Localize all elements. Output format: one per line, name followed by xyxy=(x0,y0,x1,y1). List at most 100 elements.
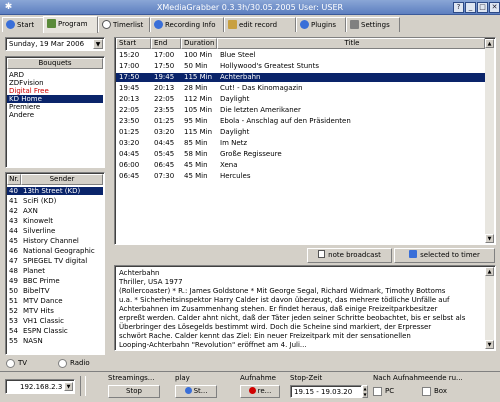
program-table[interactable]: Start End Duration Title 15:20 17:00 100 M… xyxy=(114,37,496,245)
end-column-header[interactable]: End xyxy=(151,38,181,49)
date-value: Sunday, 19 Mar 2006 xyxy=(9,40,85,48)
program-row-selected[interactable]: 17:50 19:45 115 Min Achterbahn xyxy=(116,73,486,82)
duration-column-header[interactable]: Duration xyxy=(181,38,217,49)
program-row[interactable]: 06:00 06:45 45 Min Xena xyxy=(116,161,486,170)
channel-item[interactable]: 51 MTV Dance xyxy=(7,297,103,305)
bouquet-item[interactable]: Andere xyxy=(7,111,103,119)
program-row[interactable]: 03:20 04:45 85 Min Im Netz xyxy=(116,139,486,148)
program-row[interactable]: 01:25 03:20 115 Min Daylight xyxy=(116,128,486,137)
program-row[interactable]: 19:45 20:13 28 Min Cut! - Das Kinomagazin xyxy=(116,84,486,93)
streaming-label: Streamings... xyxy=(108,374,155,382)
scroll-down-icon[interactable]: ▼ xyxy=(485,340,494,349)
stopzeit-spinner[interactable]: ▲ ▼ xyxy=(362,385,368,398)
note-broadcast-button[interactable]: note broadcast xyxy=(307,248,392,263)
program-start: 04:45 xyxy=(119,150,140,158)
play-icon xyxy=(184,387,192,394)
channel-item[interactable]: 47 SPIEGEL TV digital xyxy=(7,257,103,265)
radio-radio-button[interactable] xyxy=(58,359,67,368)
channel-item[interactable]: 46 National Geographic xyxy=(7,247,103,255)
channel-sender-header[interactable]: Sender xyxy=(21,174,103,185)
channel-item[interactable]: 43 Kinowelt xyxy=(7,217,103,225)
scroll-up-icon[interactable]: ▲ xyxy=(485,267,494,276)
channel-item[interactable]: 52 MTV Hits xyxy=(7,307,103,315)
chevron-down-icon[interactable]: ▼ xyxy=(64,382,73,391)
description-line: (Rollercoaster) * R.: James Goldstone * … xyxy=(119,287,446,295)
play-button[interactable]: St... xyxy=(175,385,217,398)
bouquet-item[interactable]: Premiere xyxy=(7,103,103,111)
tab-recording-info[interactable]: Recording Info xyxy=(150,17,224,32)
channel-nr: 42 xyxy=(9,207,18,215)
maximize-button[interactable]: □ xyxy=(477,2,488,13)
stop-streaming-button[interactable]: Stop xyxy=(108,385,160,398)
channel-item-selected[interactable]: 40 13th Street (KD) xyxy=(7,187,103,195)
channel-item[interactable]: 55 NASN xyxy=(7,337,103,345)
title-bar[interactable]: ✱ XMediaGrabber 0.3.3h/30.05.2005 User: … xyxy=(0,0,500,15)
channel-name: BBC Prime xyxy=(23,277,60,285)
bouquet-item[interactable]: ARD xyxy=(7,71,103,79)
tab-program-label: Program xyxy=(58,20,88,28)
scroll-up-icon[interactable]: ▲ xyxy=(485,39,494,48)
divider xyxy=(80,376,86,396)
tab-program[interactable]: Program xyxy=(43,16,98,33)
tab-timerlist[interactable]: Timerlist xyxy=(98,17,150,32)
program-scrollbar[interactable]: ▲ ▼ xyxy=(485,39,494,243)
bouquet-item[interactable]: Digital Free xyxy=(7,87,103,95)
date-picker[interactable]: Sunday, 19 Mar 2006 ▼ xyxy=(5,37,105,51)
channel-item[interactable]: 48 Planet xyxy=(7,267,103,275)
tv-radio-button[interactable] xyxy=(6,359,15,368)
selected-to-timer-button[interactable]: selected to timer xyxy=(394,248,495,263)
bouquet-item[interactable]: ZDFvision xyxy=(7,79,103,87)
divider xyxy=(0,371,500,372)
program-end: 07:30 xyxy=(154,172,175,180)
start-column-header[interactable]: Start xyxy=(116,38,151,49)
channel-item[interactable]: 49 BBC Prime xyxy=(7,277,103,285)
channel-item[interactable]: 45 History Channel xyxy=(7,237,103,245)
program-end: 22:05 xyxy=(154,95,175,103)
record-button[interactable]: re... xyxy=(240,385,280,398)
channel-list[interactable]: Nr. Sender 40 13th Street (KD) 41 SciFi (KD… xyxy=(5,172,105,355)
bouquet-item-selected[interactable]: KD Home xyxy=(7,95,103,103)
close-button[interactable]: ✕ xyxy=(489,2,500,13)
title-column-header[interactable]: Title xyxy=(217,38,485,49)
minimize-button[interactable]: _ xyxy=(465,2,476,13)
channel-item[interactable]: 42 AXN xyxy=(7,207,103,215)
help-button[interactable]: ? xyxy=(453,2,464,13)
description-panel[interactable]: Achterbahn Thriller, USA 1977 (Rollercoast… xyxy=(114,265,496,351)
program-row[interactable]: 04:45 05:45 58 Min Große Regisseure xyxy=(116,150,486,159)
ip-select[interactable]: 192.168.2.3 ▼ xyxy=(5,379,75,394)
channel-item[interactable]: 53 VH1 Classic xyxy=(7,317,103,325)
program-row[interactable]: 23:50 01:25 95 Min Ebola - Anschlag auf den… xyxy=(116,117,486,126)
program-row[interactable]: 20:13 22:05 112 Min Daylight xyxy=(116,95,486,104)
description-line: Looping-Achterbahn "Revolution" eröffnet… xyxy=(119,341,307,349)
channel-item[interactable]: 54 ESPN Classic xyxy=(7,327,103,335)
program-start: 17:50 xyxy=(119,73,140,81)
tab-start[interactable]: Start xyxy=(2,17,44,32)
play-label: play xyxy=(175,374,190,382)
tab-plugins[interactable]: Plugins xyxy=(296,17,346,32)
channel-name: ESPN Classic xyxy=(23,327,68,335)
bouquets-header[interactable]: Bouquets xyxy=(7,58,103,69)
stopzeit-field[interactable]: 19.15 - 19.03.20 xyxy=(290,385,362,398)
chevron-down-icon[interactable]: ▼ xyxy=(93,39,103,49)
program-row[interactable]: 17:00 17:50 50 Min Hollywood's Greatest Stu… xyxy=(116,62,486,71)
box-checkbox[interactable] xyxy=(422,387,431,396)
tab-edit-record[interactable]: edit record xyxy=(224,17,296,32)
channel-item[interactable]: 44 Silverline xyxy=(7,227,103,235)
channel-name: SPIEGEL TV digital xyxy=(23,257,88,265)
channel-nr-header[interactable]: Nr. xyxy=(7,174,21,185)
program-start: 15:20 xyxy=(119,51,140,59)
scroll-down-icon[interactable]: ▼ xyxy=(485,234,494,243)
program-row[interactable]: 22:05 23:55 105 Min Die letzten Amerikaner xyxy=(116,106,486,115)
description-line: u.a. * Sicherheitsinspektor Harry Calder… xyxy=(119,296,450,304)
program-row[interactable]: 06:45 07:30 45 Min Hercules xyxy=(116,172,486,181)
bouquets-list[interactable]: Bouquets ARD ZDFvision Digital Free KD H… xyxy=(5,56,105,168)
program-duration: 85 Min xyxy=(184,139,208,147)
channel-nr: 44 xyxy=(9,227,18,235)
tab-timerlist-label: Timerlist xyxy=(113,21,144,29)
tab-settings[interactable]: Settings xyxy=(346,17,400,32)
channel-item[interactable]: 41 SciFi (KD) xyxy=(7,197,103,205)
program-row[interactable]: 15:20 17:00 100 Min Blue Steel xyxy=(116,51,486,60)
channel-item[interactable]: 50 BibelTV xyxy=(7,287,103,295)
description-scrollbar[interactable]: ▲ ▼ xyxy=(485,267,494,349)
pc-checkbox[interactable] xyxy=(373,387,382,396)
